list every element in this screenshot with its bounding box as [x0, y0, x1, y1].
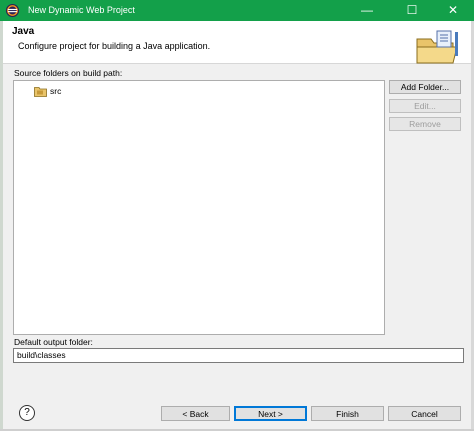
- remove-button[interactable]: Remove: [389, 117, 461, 131]
- tree-item-src[interactable]: src: [34, 85, 61, 98]
- minimize-button[interactable]: —: [352, 0, 382, 21]
- page-description: Configure project for building a Java ap…: [18, 41, 211, 51]
- wizard-footer: ? < Back Next > Finish Cancel: [3, 402, 471, 429]
- back-button[interactable]: < Back: [161, 406, 230, 421]
- output-folder-label: Default output folder:: [14, 337, 93, 347]
- wizard-body: Source folders on build path: src Add Fo…: [3, 64, 471, 402]
- finish-button[interactable]: Finish: [311, 406, 384, 421]
- source-folder-icon: [34, 87, 47, 98]
- source-folders-label: Source folders on build path:: [14, 68, 123, 78]
- page-title: Java: [12, 26, 35, 37]
- wizard-header: Java Configure project for building a Ja…: [3, 21, 471, 64]
- title-bar[interactable]: New Dynamic Web Project — ☐ ✕: [0, 0, 474, 21]
- next-button[interactable]: Next >: [234, 406, 307, 421]
- help-icon[interactable]: ?: [19, 405, 35, 421]
- edit-button[interactable]: Edit...: [389, 99, 461, 113]
- eclipse-icon: [5, 3, 20, 18]
- add-folder-button[interactable]: Add Folder...: [389, 80, 461, 94]
- close-button[interactable]: ✕: [438, 0, 468, 21]
- window-title: New Dynamic Web Project: [28, 5, 135, 15]
- folder-wizard-icon: [416, 30, 458, 64]
- cancel-button[interactable]: Cancel: [388, 406, 461, 421]
- output-folder-input[interactable]: build\classes: [13, 348, 464, 363]
- maximize-button[interactable]: ☐: [397, 0, 427, 21]
- source-folders-tree[interactable]: src: [13, 80, 385, 335]
- tree-item-label: src: [50, 86, 62, 97]
